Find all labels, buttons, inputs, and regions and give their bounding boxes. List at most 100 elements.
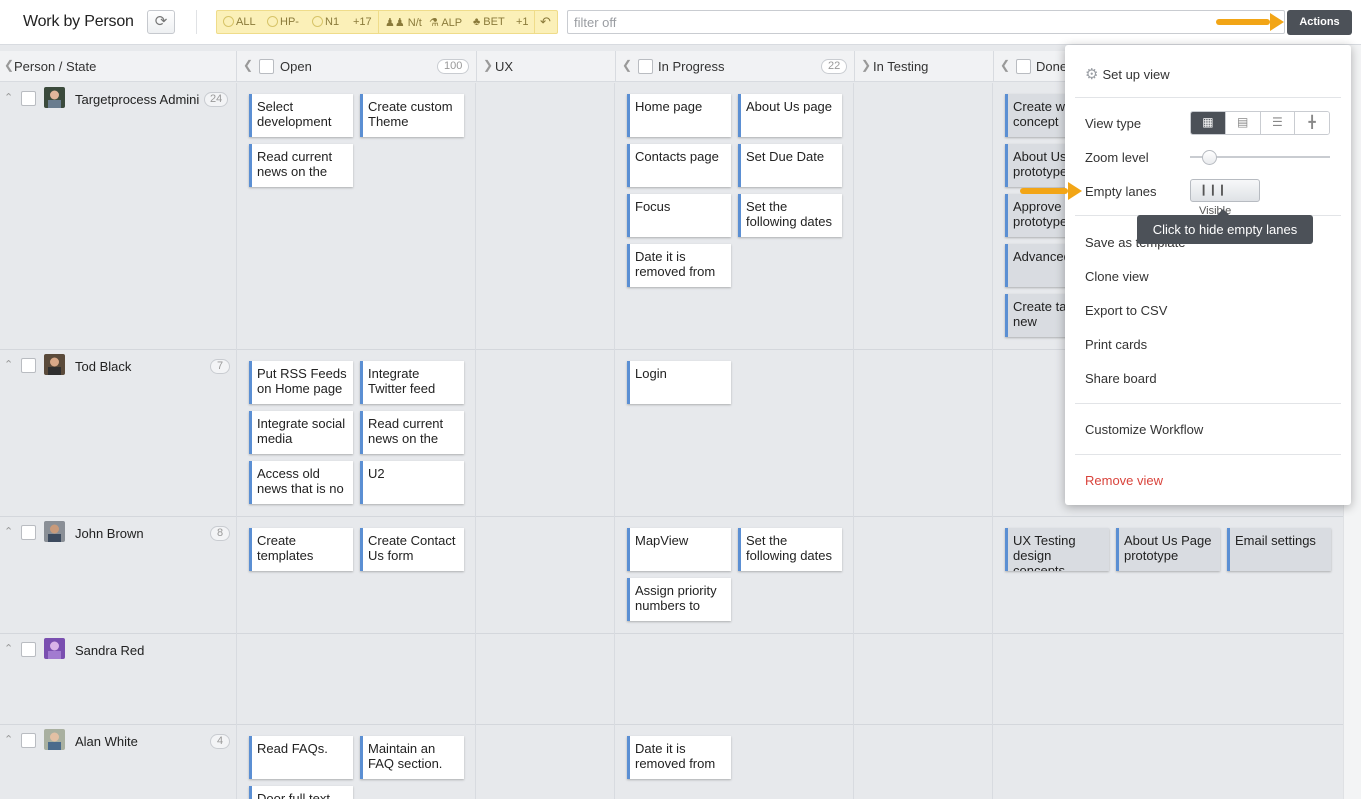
team-icon: ♟♟ bbox=[385, 17, 405, 29]
filter-alp[interactable]: ⚗ ALP bbox=[429, 16, 462, 29]
chevron-up-icon[interactable]: ⌃ bbox=[4, 358, 13, 371]
zoom-slider-handle[interactable] bbox=[1202, 150, 1217, 165]
person-name: Sandra Red bbox=[75, 643, 145, 658]
card[interactable]: Set Due Date bbox=[738, 144, 842, 187]
lane-person: ⌃ Alan White 4 bbox=[0, 725, 236, 755]
column-checkbox[interactable] bbox=[1016, 59, 1031, 74]
card[interactable]: Email settings bbox=[1227, 528, 1331, 571]
chevron-right-icon[interactable]: ❯ bbox=[483, 58, 493, 72]
highlight-arrow-icon bbox=[1216, 13, 1286, 31]
remove-view-item[interactable]: Remove view bbox=[1085, 473, 1163, 488]
undo-icon[interactable]: ↶ bbox=[540, 14, 551, 30]
export-csv-item[interactable]: Export to CSV bbox=[1085, 303, 1167, 318]
setup-view-item[interactable]: ⚙ Set up view bbox=[1085, 65, 1170, 83]
filter-nt[interactable]: ♟♟ N/t bbox=[385, 16, 422, 29]
filter-plus1[interactable]: +1 bbox=[516, 16, 529, 28]
chevron-left-icon[interactable]: ❮ bbox=[1000, 58, 1010, 72]
person-name: Targetprocess Admini bbox=[75, 92, 200, 107]
details-view-icon[interactable]: ▤ bbox=[1224, 112, 1260, 134]
club-icon: ♣ bbox=[473, 16, 481, 28]
filter-input[interactable]: filter off bbox=[567, 10, 1285, 34]
column-checkbox[interactable] bbox=[259, 59, 274, 74]
card[interactable]: UX Testing design concepts bbox=[1005, 528, 1109, 571]
card[interactable]: Set the following dates bbox=[738, 528, 842, 571]
lane-alan-white: ⌃ Alan White 4 Read FAQs. Maintain an FA… bbox=[0, 725, 1343, 799]
timeline-view-icon[interactable]: ╋ bbox=[1294, 112, 1329, 134]
zoom-level-label: Zoom level bbox=[1085, 150, 1149, 165]
card[interactable]: Put RSS Feeds on Home page bbox=[249, 361, 353, 404]
card[interactable]: Date it is removed from bbox=[627, 244, 731, 287]
share-board-item[interactable]: Share board bbox=[1085, 371, 1157, 386]
refresh-button[interactable]: ⟳ bbox=[147, 10, 175, 34]
circle-icon bbox=[267, 16, 278, 27]
card[interactable]: Create custom Theme bbox=[360, 94, 464, 137]
customize-workflow-item[interactable]: Customize Workflow bbox=[1085, 422, 1203, 437]
column-ux: ❯ UX bbox=[476, 51, 615, 82]
divider bbox=[534, 11, 535, 33]
card[interactable]: Access old news that is no bbox=[249, 461, 353, 504]
chevron-right-icon[interactable]: ❯ bbox=[861, 58, 871, 72]
card[interactable]: Create Contact Us form bbox=[360, 528, 464, 571]
card[interactable]: About Us page bbox=[738, 94, 842, 137]
clone-view-item[interactable]: Clone view bbox=[1085, 269, 1149, 284]
filter-n1[interactable]: N1 bbox=[312, 16, 339, 28]
filter-bet[interactable]: ♣ BET bbox=[473, 16, 505, 28]
lane-checkbox[interactable] bbox=[21, 358, 36, 373]
lane-person: ⌃ Tod Black 7 bbox=[0, 350, 236, 380]
page-title: Work by Person bbox=[23, 13, 134, 30]
chevron-up-icon[interactable]: ⌃ bbox=[4, 642, 13, 655]
card[interactable]: Read current news on the bbox=[360, 411, 464, 454]
lane-count-badge: 4 bbox=[210, 734, 230, 749]
card[interactable]: Read FAQs. bbox=[249, 736, 353, 779]
highlight-arrow-icon bbox=[1020, 182, 1082, 200]
empty-lanes-toggle[interactable]: ❙❙❙ Visible bbox=[1190, 179, 1260, 217]
card[interactable]: Door full text bbox=[249, 786, 353, 799]
column-count-badge: 100 bbox=[437, 59, 470, 74]
card[interactable]: Maintain an FAQ section. bbox=[360, 736, 464, 779]
card[interactable]: Set the following dates bbox=[738, 194, 842, 237]
filter-all[interactable]: ALL bbox=[223, 16, 256, 28]
card[interactable]: Assign priority numbers to bbox=[627, 578, 731, 621]
actions-button[interactable]: Actions bbox=[1287, 10, 1352, 35]
column-in-testing: ❯ In Testing bbox=[854, 51, 993, 82]
card[interactable]: Integrate Twitter feed bbox=[360, 361, 464, 404]
lane-checkbox[interactable] bbox=[21, 525, 36, 540]
quick-filters: ALL HP- N1 +17 ♟♟ N/t ⚗ ALP ♣ BET +1 ↶ bbox=[216, 10, 558, 34]
board-view-icon[interactable]: ▦ bbox=[1191, 112, 1225, 134]
chevron-up-icon[interactable]: ⌃ bbox=[4, 525, 13, 538]
card[interactable]: Select development bbox=[249, 94, 353, 137]
avatar bbox=[44, 729, 65, 750]
lane-checkbox[interactable] bbox=[21, 642, 36, 657]
card[interactable]: U2 bbox=[360, 461, 464, 504]
card[interactable]: Contacts page bbox=[627, 144, 731, 187]
card[interactable]: Integrate social media bbox=[249, 411, 353, 454]
card[interactable]: Create templates bbox=[249, 528, 353, 571]
chevron-left-icon[interactable]: ❮ bbox=[4, 58, 14, 72]
chevron-up-icon[interactable]: ⌃ bbox=[4, 733, 13, 746]
chevron-up-icon[interactable]: ⌃ bbox=[4, 91, 13, 104]
card[interactable]: MapView bbox=[627, 528, 731, 571]
lane-checkbox[interactable] bbox=[21, 733, 36, 748]
chevron-left-icon[interactable]: ❮ bbox=[243, 58, 253, 72]
card[interactable]: Home page bbox=[627, 94, 731, 137]
print-cards-item[interactable]: Print cards bbox=[1085, 337, 1147, 352]
actions-menu: ⚙ Set up view View type ▦ ▤ ☰ ╋ Zoom leve… bbox=[1065, 45, 1351, 505]
lane-checkbox[interactable] bbox=[21, 91, 36, 106]
chevron-left-icon[interactable]: ❮ bbox=[622, 58, 632, 72]
lane-count-badge: 24 bbox=[204, 92, 229, 107]
filter-hp[interactable]: HP- bbox=[267, 16, 299, 28]
filter-more[interactable]: +17 bbox=[353, 16, 372, 28]
list-view-icon[interactable]: ☰ bbox=[1259, 112, 1295, 134]
column-open: ❮ Open 100 bbox=[236, 51, 476, 82]
column-checkbox[interactable] bbox=[638, 59, 653, 74]
refresh-icon: ⟳ bbox=[154, 13, 168, 30]
avatar bbox=[44, 87, 65, 108]
top-bar: Work by Person ⟳ ALL HP- N1 +17 ♟♟ N/t ⚗… bbox=[0, 0, 1361, 45]
card[interactable]: Focus bbox=[627, 194, 731, 237]
card[interactable]: About Us Page prototype bbox=[1116, 528, 1220, 571]
columns-icon: ❙❙❙ bbox=[1199, 184, 1227, 196]
card[interactable]: Date it is removed from bbox=[627, 736, 731, 779]
tooltip: Click to hide empty lanes bbox=[1137, 209, 1313, 244]
card[interactable]: Login bbox=[627, 361, 731, 404]
card[interactable]: Read current news on the bbox=[249, 144, 353, 187]
